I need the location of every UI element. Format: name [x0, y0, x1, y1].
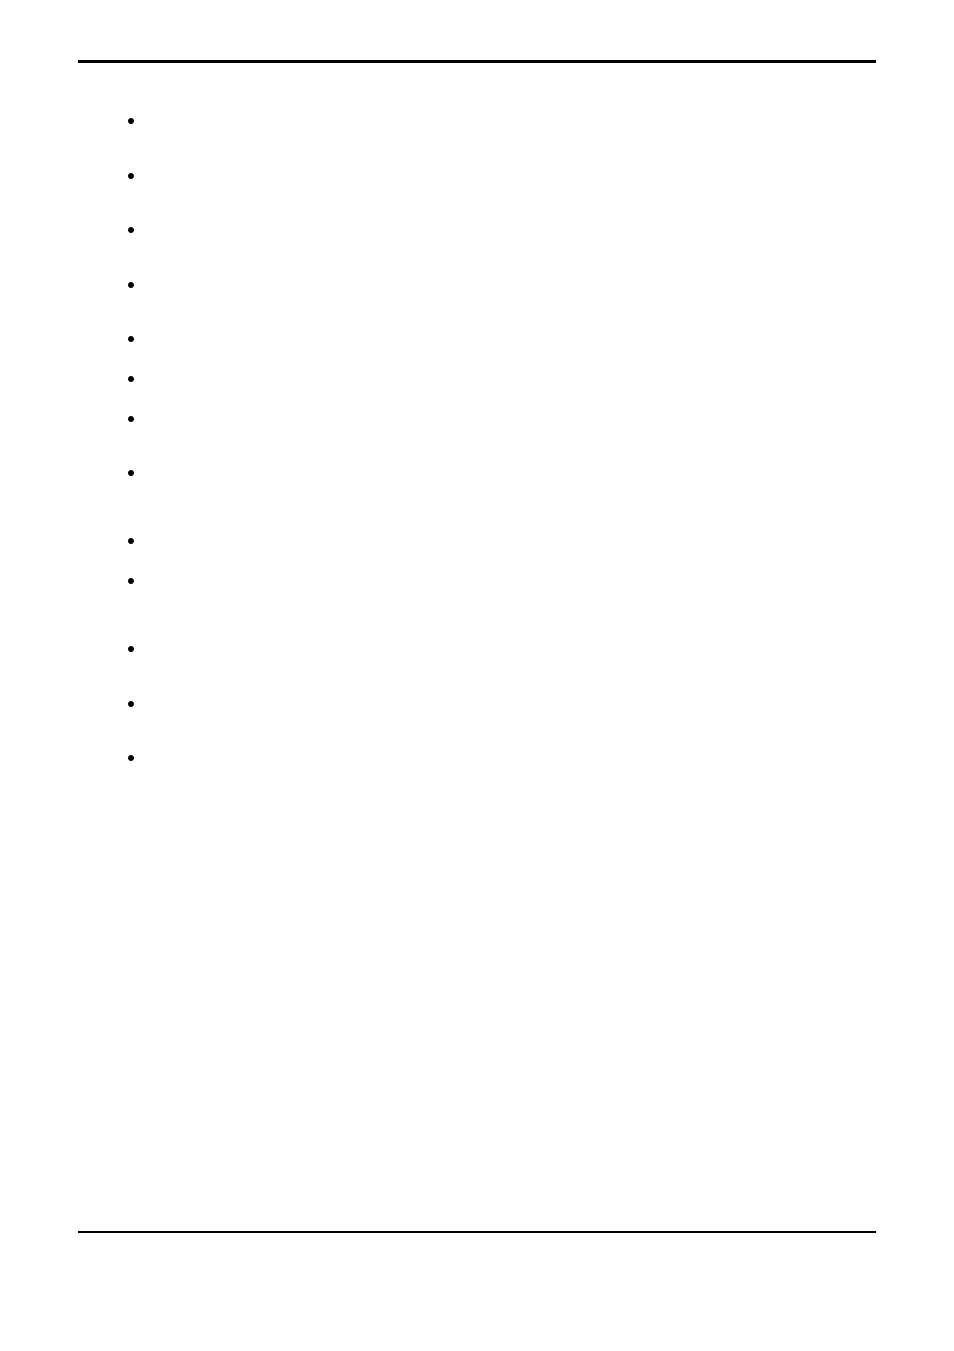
bullet-item [128, 646, 134, 652]
top-horizontal-rule [78, 60, 876, 63]
bullet-item [128, 173, 134, 179]
bullet-item [128, 227, 134, 233]
bullet-item [128, 470, 134, 476]
bullet-item [128, 282, 134, 288]
bullet-item [128, 336, 134, 342]
bullet-item [128, 376, 134, 382]
bullet-item [128, 578, 134, 584]
bullet-item [128, 701, 134, 707]
bullet-item [128, 118, 134, 124]
bullet-item [128, 538, 134, 544]
bottom-horizontal-rule [78, 1231, 876, 1233]
bullet-item [128, 416, 134, 422]
page-container [0, 0, 954, 1351]
bullet-item [128, 755, 134, 761]
